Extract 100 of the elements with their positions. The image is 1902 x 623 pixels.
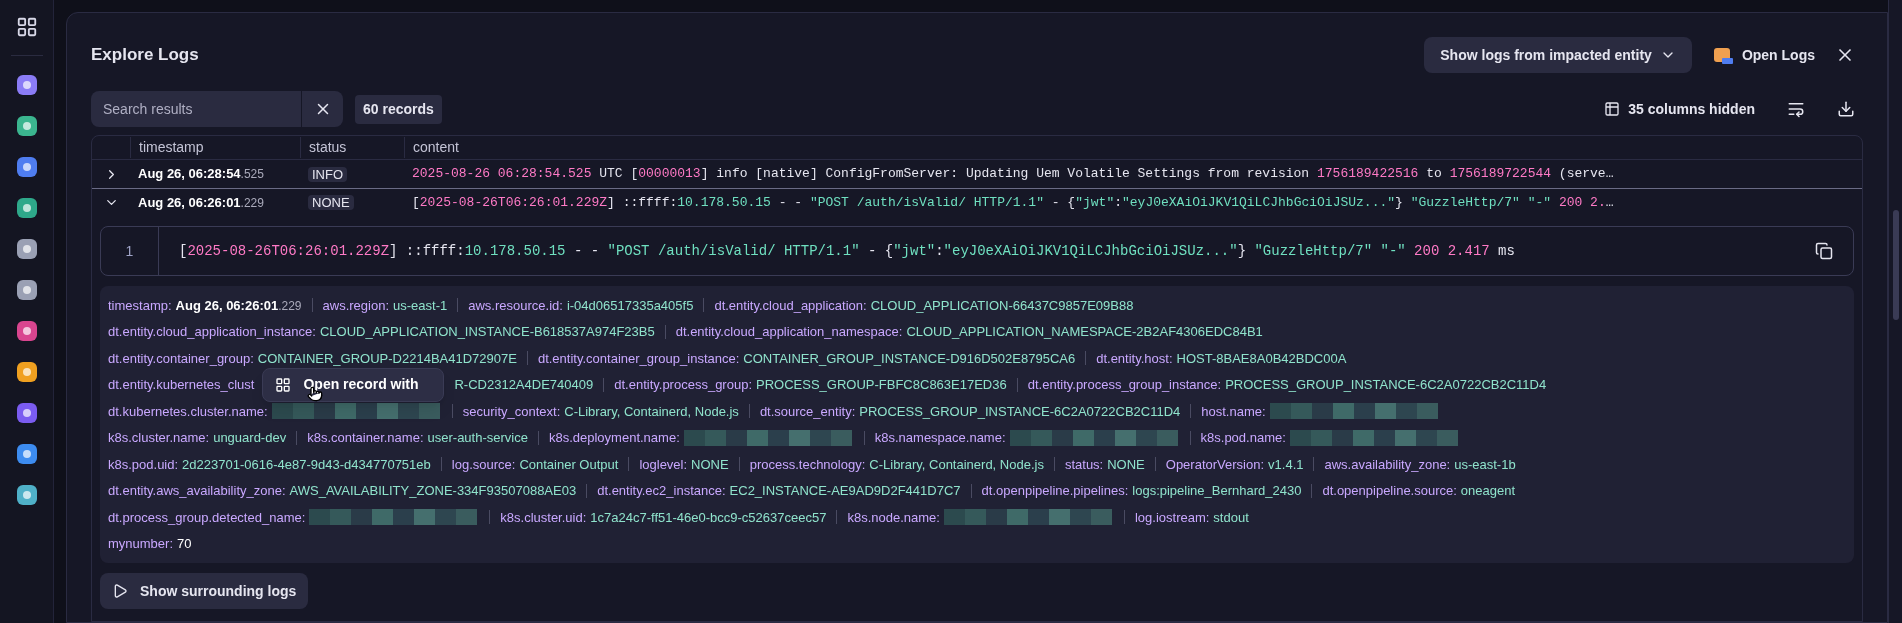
play-icon xyxy=(112,583,128,599)
attribute-key: aws.region: xyxy=(322,295,390,315)
attribute-key: mynumber: xyxy=(108,534,174,554)
app-icon[interactable] xyxy=(14,278,39,302)
window-title: Explore Logs xyxy=(91,44,199,67)
open-record-button[interactable]: Open record with xyxy=(262,367,445,402)
attribute-value: CLOUD_APPLICATION_NAMESPACE-2B2AF4306EDC84B1 xyxy=(906,323,1263,341)
app-icon[interactable] xyxy=(14,155,39,179)
log-content: 2025-08-26 06:28:54.525 UTC [00000013] info [native] ConfigFromServer: Updating Uem Volatile Settings from revision 1756189422516 to 1756189722544 (serve… xyxy=(411,165,1615,184)
attribute-value: CONTAINER_GROUP-D2214BA41D72907E xyxy=(257,349,517,368)
entity-dropdown[interactable]: Show logs from impacted entity xyxy=(1424,37,1692,73)
app-icon[interactable] xyxy=(14,319,39,343)
attribute-value: PROCESS_GROUP-FBFC8C863E17ED36 xyxy=(756,376,1007,394)
columns-hidden-button[interactable]: 35 columns hidden xyxy=(1604,98,1755,120)
attribute-value: us-east-1 xyxy=(393,296,448,315)
app-icon[interactable] xyxy=(14,483,39,507)
attribute-value: EC2_INSTANCE-AE9AD9D2F441D7C7 xyxy=(729,482,961,500)
wrap-lines-icon[interactable] xyxy=(1787,100,1805,118)
milliseconds: .525 xyxy=(240,166,264,184)
attribute-value: stdout xyxy=(1213,508,1249,527)
attribute-value: AWS_AVAILABILITY_ZONE-334F93507088AE03 xyxy=(289,482,577,500)
attribute-key: dt.process_group.detected_name: xyxy=(108,507,306,527)
attribute-key: dt.openpipeline.pipelines: xyxy=(981,481,1129,501)
open-logs-button[interactable]: Open Logs xyxy=(1711,44,1815,66)
copy-icon[interactable] xyxy=(1815,242,1833,260)
clear-search-button[interactable] xyxy=(301,91,343,127)
app-icon[interactable] xyxy=(14,237,39,261)
attribute-key: dt.entity.aws_availability_zone: xyxy=(108,481,286,501)
status-tag: INFO xyxy=(308,166,348,182)
column-header[interactable]: timestamp xyxy=(130,137,300,158)
attribute-value: R-CD2312A4DE740409 xyxy=(454,376,594,394)
attribute-key: k8s.container.name: xyxy=(307,428,424,448)
attribute-value: 2d223701-0616-4e87-9d43-d434770751eb xyxy=(182,455,431,474)
attribute-value: 70 xyxy=(177,535,192,553)
attribute-key: dt.entity.ec2_instance: xyxy=(597,481,726,501)
attribute-key: dt.entity.container_group: xyxy=(108,348,254,368)
attribute-value: CONTAINER_GROUP_INSTANCE-D916D502E8795CA6 xyxy=(743,349,1076,368)
attribute-key: dt.openpipeline.source: xyxy=(1322,481,1457,501)
app-icon[interactable] xyxy=(14,196,39,220)
attribute-value: oneagent xyxy=(1460,482,1516,500)
show-surrounding-logs-button[interactable]: Show surrounding logs xyxy=(100,573,309,609)
attribute-key: loglevel: xyxy=(639,454,688,474)
attribute-key: k8s.pod.name: xyxy=(1200,428,1286,448)
attribute-value: PROCESS_GROUP_INSTANCE-6C2A0722CB2C11D4 xyxy=(859,402,1181,421)
attribute-value: NONE xyxy=(691,455,729,474)
attribute-value: Container Output xyxy=(519,455,619,474)
attribute-value: CLOUD_APPLICATION-66437C9857E09B88 xyxy=(870,296,1134,315)
column-header[interactable]: status xyxy=(300,137,404,158)
app-icon[interactable] xyxy=(14,360,39,384)
log-content: [2025-08-26T06:26:01.229Z] ::ffff:10.178.50.15 - - "POST /auth/isValid/ HTTP/1.1" - {"jwt":"eyJ0eXAiOiJKV1QiLCJhbGciOiJSUz..."} "GuzzleHttp/7" "-" 200 2.417 ms xyxy=(178,241,1516,261)
timestamp-cell-text: Aug 26, 06:26:01 xyxy=(138,193,241,212)
app-icon[interactable] xyxy=(14,401,39,425)
attribute-key: security_context: xyxy=(462,401,561,421)
attribute-value: PROCESS_GROUP_INSTANCE-6C2A0722CB2C11D4 xyxy=(1225,376,1547,394)
attribute-key: dt.source_entity: xyxy=(759,401,856,421)
attribute-key: dt.entity.cloud_application_namespace: xyxy=(675,322,903,342)
attribute-value: C-Library, Containerd, Node.js xyxy=(869,455,1044,474)
attribute-key: k8s.cluster.name: xyxy=(108,428,210,448)
attribute-key: log.source: xyxy=(451,454,516,474)
attribute-key: dt.entity.process_group_instance: xyxy=(1027,375,1222,395)
record-count-badge: 60 records xyxy=(355,94,442,124)
attribute-key: OperatorVersion: xyxy=(1165,454,1265,474)
milliseconds: .229 xyxy=(240,194,264,212)
attribute-value: C-Library, Containerd, Node.js xyxy=(564,402,739,421)
scrollbar[interactable] xyxy=(1888,0,1902,623)
attribute-key: dt.entity.host: xyxy=(1096,348,1173,368)
attribute-key: k8s.namespace.name: xyxy=(874,428,1006,448)
attribute-value: v1.4.1 xyxy=(1268,455,1304,474)
attribute-key: process.technology: xyxy=(749,454,866,474)
attribute-key: aws.availability_zone: xyxy=(1324,454,1451,474)
attribute-key: k8s.node.name: xyxy=(847,507,940,527)
column-header[interactable]: content xyxy=(404,137,1862,158)
grid-icon xyxy=(275,376,292,393)
attribute-key: dt.kubernetes.cluster.name: xyxy=(108,401,268,421)
attribute-key: dt.entity.cloud_application: xyxy=(714,295,867,315)
search-field[interactable]: Search results xyxy=(91,91,301,127)
attribute-key: timestamp: xyxy=(108,295,172,315)
attribute-value: NONE xyxy=(1107,455,1145,474)
app-icon[interactable] xyxy=(14,73,39,97)
attribute-key: status: xyxy=(1064,454,1104,474)
attribute-value: Aug 26, 06:26:01 xyxy=(175,296,279,315)
attribute-value: HOST-8BAE8A0B42BDC00A xyxy=(1176,349,1347,368)
attribute-key: dt.entity.process_group: xyxy=(614,375,752,395)
attribute-key: k8s.pod.uid: xyxy=(108,454,179,474)
attribute-key: log.iostream: xyxy=(1134,507,1210,527)
attribute-value: 1c7a24c7-ff51-46e0-bcc9-c52637ceec57 xyxy=(590,508,827,527)
app-icon[interactable] xyxy=(14,442,39,466)
milliseconds: .229 xyxy=(278,298,302,315)
attribute-key: dt.entity.container_group_instance: xyxy=(537,348,740,368)
attribute-value: logs:pipeline_Bernhard_2430 xyxy=(1132,482,1302,500)
attribute-key: host.name: xyxy=(1201,401,1266,421)
app-icon[interactable] xyxy=(14,114,39,138)
download-icon[interactable] xyxy=(1837,100,1855,118)
attribute-key: k8s.cluster.uid: xyxy=(500,507,587,527)
apps-menu-icon[interactable] xyxy=(15,16,38,38)
attribute-value: CLOUD_APPLICATION_INSTANCE-B618537A974F23B5 xyxy=(319,323,655,341)
table-columns-icon xyxy=(1604,101,1621,117)
timestamp-cell-text: Aug 26, 06:28:54 xyxy=(138,165,241,184)
attribute-value: us-east-1b xyxy=(1454,455,1516,474)
status-tag: NONE xyxy=(308,195,354,210)
